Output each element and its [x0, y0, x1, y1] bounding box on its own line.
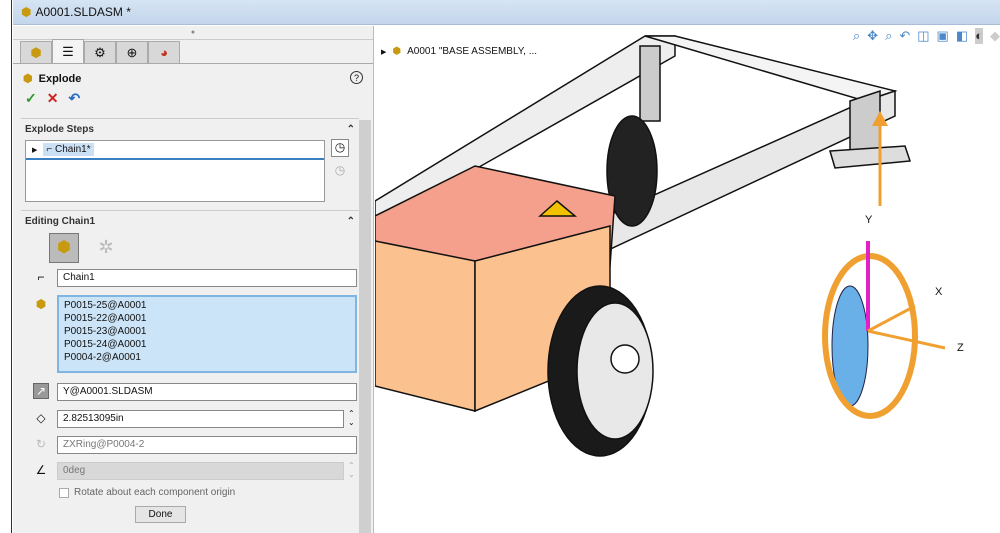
previous-view-icon[interactable]: ↶	[899, 28, 910, 44]
regular-step-button[interactable]: ⬢	[49, 233, 79, 263]
y-axis-label: Y	[865, 214, 873, 226]
distance-icon: ◇	[36, 411, 46, 425]
tab-dimxpert-manager[interactable]: ⊕	[116, 41, 148, 63]
step-label: Chain1*	[55, 144, 91, 155]
assembly-model	[375, 35, 946, 457]
rotate-checkbox[interactable]	[59, 487, 69, 498]
property-manager-panel: ● ⬢ ☰ ⚙ ⊕ ◕ ⬢ Explode ? ✓ ✕ ↶ Explode Ste…	[13, 26, 374, 533]
frame-rail-top	[644, 35, 898, 102]
angle-icon: ∠	[35, 463, 47, 477]
left-strip	[0, 0, 12, 533]
mount-plate	[829, 145, 912, 169]
step-name-field[interactable]: Chain1	[57, 269, 357, 287]
manager-tabs: ⬢ ☰ ⚙ ⊕ ◕	[13, 39, 373, 64]
collapse-icon[interactable]: ⌃	[347, 216, 355, 227]
expand-arrow-icon[interactable]: ▶	[32, 146, 37, 154]
step-icon: ⌐	[46, 144, 53, 155]
step-label-wrap: ⌐ Chain1*	[43, 143, 94, 156]
list-item[interactable]: P0015-22@A0001	[64, 312, 350, 325]
section-header: Editing Chain1	[25, 216, 95, 227]
components-list[interactable]: P0015-25@A0001 P0015-22@A0001 P0015-23@A…	[57, 295, 357, 373]
assembly-icon: ⬢	[30, 44, 42, 60]
cancel-button[interactable]: ✕	[47, 90, 59, 107]
feature-title: ⬢ Explode	[13, 64, 373, 86]
section-view-icon[interactable]: ◫	[917, 28, 929, 44]
zoom-fit-icon[interactable]: ⌕	[853, 28, 860, 44]
expand-arrow-icon[interactable]: ▶	[381, 48, 386, 56]
assembly-icon: ⬢	[392, 46, 402, 57]
rotate-checkbox-label: Rotate about each component origin	[74, 487, 236, 498]
display-style-icon[interactable]: ◧	[956, 28, 968, 44]
list-icon: ☰	[62, 43, 74, 59]
explode-steps-list[interactable]: ▶ ⌐ Chain1*	[25, 140, 325, 202]
title-bar: ⬢ A0001.SLDASM *	[13, 0, 1000, 25]
z-axis-arrow	[867, 329, 946, 350]
frame-leg	[639, 45, 661, 122]
x-axis-arrow	[867, 304, 916, 333]
feature-title-text: Explode	[38, 72, 82, 85]
clock-disabled-icon: ◷	[334, 163, 346, 177]
radial-step-button[interactable]: ✲	[91, 233, 121, 263]
list-item[interactable]: ▶ ⌐ Chain1*	[26, 141, 324, 160]
window-title: A0001.SLDASM *	[35, 5, 131, 19]
tab-display-manager[interactable]: ◕	[148, 41, 180, 63]
angle-field: 0deg	[57, 462, 344, 480]
panel-scrollbar[interactable]	[359, 120, 371, 533]
x-axis-label: X	[935, 286, 943, 298]
reverse-direction-button[interactable]: ↗	[33, 383, 49, 399]
distance-spinner[interactable]: ⌃ ⌄	[348, 409, 355, 427]
tab-configuration-manager[interactable]: ⚙	[84, 41, 116, 63]
direction-field[interactable]: Y@A0001.SLDASM	[57, 383, 357, 401]
pan-icon[interactable]: ✥	[867, 28, 878, 44]
tab-property-manager[interactable]: ☰	[52, 39, 84, 63]
heads-up-toolbar: ⌕ ✥ ⌕ ↶ ◫ ▣ ◧ ◐ ◆	[853, 28, 1000, 44]
panel-grip[interactable]: ●	[13, 26, 373, 40]
list-item[interactable]: P0015-23@A0001	[64, 325, 350, 338]
explode-icon: ⬢	[23, 73, 33, 85]
step-name-icon: ⌐	[37, 270, 45, 284]
list-item[interactable]: P0015-24@A0001	[64, 338, 350, 351]
rotation-icon: ↻	[35, 437, 47, 451]
clock-icon[interactable]: ◷	[331, 139, 349, 157]
color-wheel-icon: ◕	[160, 45, 168, 60]
battery-box-front	[375, 240, 476, 412]
view-orientation-icon[interactable]: ▣	[937, 28, 949, 44]
ok-button[interactable]: ✓	[25, 90, 37, 107]
hide-show-icon[interactable]: ◐	[975, 28, 983, 44]
done-button[interactable]: Done	[135, 506, 186, 523]
zoom-area-icon[interactable]: ⌕	[885, 28, 892, 44]
explode-steps-section: Explode Steps ⌃ ▶ ⌐ Chain1* ◷ ◷	[21, 118, 359, 202]
components-icon: ⬢	[35, 297, 47, 311]
crosshair-icon: ⊕	[126, 44, 138, 60]
editing-section: Editing Chain1 ⌃ ⬢ ✲ ⌐ Chain1 ⬢ P0015-25@…	[21, 210, 359, 530]
rotation-axis-field[interactable]: ZXRing@P0004-2	[57, 436, 357, 454]
angle-spinner: ⌃ ⌄	[348, 461, 355, 479]
list-item[interactable]: P0004-2@A0001	[64, 351, 350, 364]
config-icon: ⚙	[94, 44, 106, 60]
tree-label: A0001 "BASE ASSEMBLY, ...	[407, 46, 538, 57]
appearance-icon[interactable]: ◆	[990, 28, 1000, 44]
undo-button[interactable]: ↶	[68, 90, 80, 107]
graphics-area[interactable]: ▶ ⬢ A0001 "BASE ASSEMBLY, ... ⌕ ✥ ⌕ ↶ ◫ …	[375, 26, 1000, 533]
section-header: Explode Steps	[25, 124, 94, 135]
wheel-hub	[576, 302, 654, 440]
help-button[interactable]: ?	[350, 71, 363, 84]
z-axis-label: Z	[957, 342, 964, 354]
hub-cap	[610, 344, 640, 374]
collapse-icon[interactable]: ⌃	[347, 124, 355, 135]
list-item[interactable]: P0015-25@A0001	[64, 299, 350, 312]
rotate-option: Rotate about each component origin	[59, 487, 235, 498]
distance-field[interactable]: 2.82513095in	[57, 410, 344, 428]
feature-tree-root[interactable]: ▶ ⬢ A0001 "BASE ASSEMBLY, ...	[381, 46, 537, 57]
assembly-icon: ⬢	[21, 5, 32, 19]
tab-feature-manager[interactable]: ⬢	[20, 41, 52, 63]
